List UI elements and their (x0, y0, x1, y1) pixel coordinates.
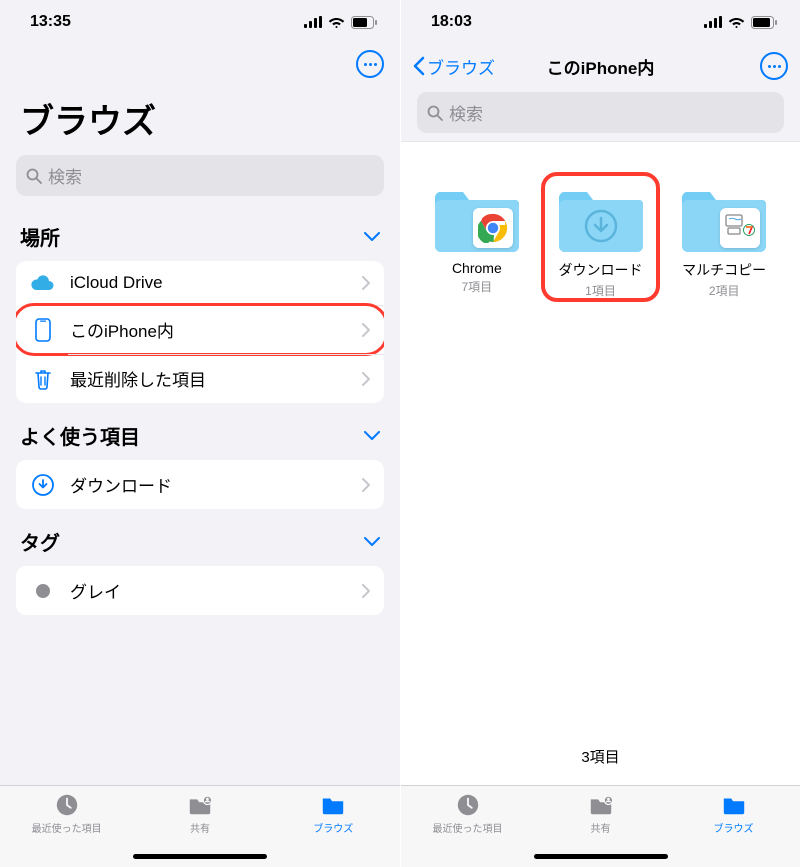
cloud-icon (30, 274, 56, 292)
folder-downloads[interactable]: ダウンロード 1項目 (549, 182, 653, 736)
chevron-down-icon (364, 431, 380, 441)
seven-icon (720, 208, 760, 248)
home-indicator[interactable] (534, 854, 668, 859)
tab-browse[interactable]: ブラウズ (283, 792, 383, 867)
status-time: 13:35 (30, 13, 71, 31)
chevron-right-icon (362, 276, 370, 290)
tags-list: グレイ (16, 566, 384, 615)
search-icon (427, 105, 443, 121)
location-recently-deleted[interactable]: 最近削除した項目 (16, 354, 384, 403)
download-icon (30, 473, 56, 497)
folder-icon (559, 186, 643, 252)
folder-icon (319, 792, 347, 818)
location-on-iphone[interactable]: このiPhone内 (16, 305, 384, 354)
nav-bar: ブラウズ このiPhone内 (401, 44, 800, 88)
battery-icon (751, 16, 778, 29)
tab-recents[interactable]: 最近使った項目 (418, 792, 518, 867)
more-button[interactable] (760, 52, 788, 80)
chevron-down-icon (364, 232, 380, 242)
folder-grid: Chrome 7項目 ダウンロード 1項目 マルチコピー 2項目 (401, 141, 800, 736)
chevron-right-icon (362, 323, 370, 337)
folder-multicopy[interactable]: マルチコピー 2項目 (672, 182, 776, 736)
favorite-downloads[interactable]: ダウンロード (16, 460, 384, 509)
search-icon (26, 168, 42, 184)
status-time: 18:03 (431, 13, 472, 31)
cellular-icon (304, 16, 322, 28)
section-locations-header[interactable]: 場所 (0, 204, 400, 257)
tab-browse[interactable]: ブラウズ (684, 792, 784, 867)
status-bar: 18:03 (401, 0, 800, 44)
tab-recents[interactable]: 最近使った項目 (17, 792, 117, 867)
chevron-left-icon (413, 56, 425, 76)
item-count-footer: 3項目 (401, 736, 800, 785)
section-tags-header[interactable]: タグ (0, 509, 400, 562)
chevron-right-icon (362, 478, 370, 492)
chevron-down-icon (364, 537, 380, 547)
folder-icon (720, 792, 748, 818)
status-indicators (704, 16, 778, 29)
status-bar: 13:35 (0, 0, 400, 44)
back-button[interactable]: ブラウズ (413, 54, 495, 79)
tag-gray[interactable]: グレイ (16, 566, 384, 615)
more-button[interactable] (356, 50, 384, 78)
cellular-icon (704, 16, 722, 28)
search-placeholder: 検索 (449, 100, 483, 125)
phone-left: 13:35 ブラウズ 検索 場所 iCloud Drive (0, 0, 400, 867)
wifi-icon (328, 16, 345, 28)
favorites-list: ダウンロード (16, 460, 384, 509)
search-placeholder: 検索 (48, 163, 82, 188)
folder-chrome[interactable]: Chrome 7項目 (425, 182, 529, 736)
clock-icon (454, 792, 482, 818)
iphone-icon (30, 318, 56, 342)
home-indicator[interactable] (133, 854, 267, 859)
shared-folder-icon (186, 792, 214, 818)
chrome-icon (473, 208, 513, 248)
wifi-icon (728, 16, 745, 28)
locations-list: iCloud Drive このiPhone内 最近削除した項目 (16, 261, 384, 403)
phone-right: 18:03 ブラウズ このiPhone内 検索 (400, 0, 800, 867)
page-title: ブラウズ (0, 78, 400, 151)
chevron-right-icon (362, 372, 370, 386)
search-input[interactable]: 検索 (417, 92, 784, 133)
status-indicators (304, 16, 378, 29)
chevron-right-icon (362, 584, 370, 598)
section-favorites-header[interactable]: よく使う項目 (0, 403, 400, 456)
trash-icon (30, 368, 56, 390)
tag-dot-icon (30, 583, 56, 599)
battery-icon (351, 16, 378, 29)
location-icloud-drive[interactable]: iCloud Drive (16, 261, 384, 305)
search-input[interactable]: 検索 (16, 155, 384, 196)
shared-folder-icon (587, 792, 615, 818)
clock-icon (53, 792, 81, 818)
